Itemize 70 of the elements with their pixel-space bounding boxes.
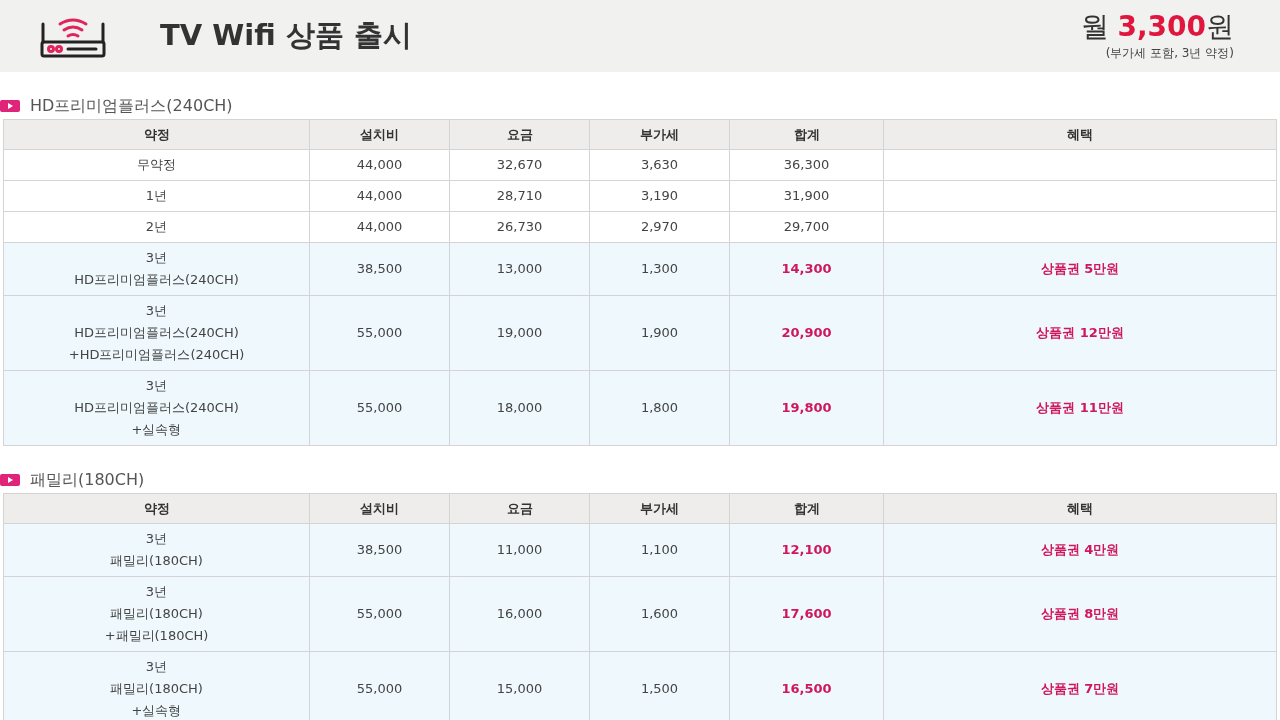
table-cell: 16,000 (449, 576, 590, 652)
table-cell: 55,000 (309, 576, 450, 652)
table-cell: 상품권 11만원 (883, 370, 1277, 446)
table-cell: 3년 HD프리미엄플러스(240CH) +실속형 (3, 370, 310, 446)
table-cell: 상품권 4만원 (883, 523, 1277, 577)
table-cell: 14,300 (729, 242, 884, 296)
table-cell: 3년 패밀리(180CH) +패밀리(180CH) (3, 576, 310, 652)
table-cell: 1,100 (589, 523, 730, 577)
price: 월 3,300원 (1080, 10, 1234, 44)
play-marker-icon (0, 100, 20, 112)
table-cell: 2년 (3, 211, 310, 243)
table-cell: 상품권 5만원 (883, 242, 1277, 296)
table-cell: 44,000 (309, 211, 450, 243)
banner-title: TV Wifi 상품 출시 (160, 17, 412, 55)
table-cell: 28,710 (449, 180, 590, 212)
column-header: 부가세 (589, 493, 730, 524)
table-cell: 32,670 (449, 149, 590, 181)
table-cell: 3년 HD프리미엄플러스(240CH) +HD프리미엄플러스(240CH) (3, 295, 310, 371)
column-header: 합계 (729, 493, 884, 524)
table-cell: 15,000 (449, 651, 590, 720)
table-cell: 19,800 (729, 370, 884, 446)
table-cell: 12,100 (729, 523, 884, 577)
table-cell: 16,500 (729, 651, 884, 720)
column-header: 약정 (3, 493, 310, 524)
table-cell: 무약정 (3, 149, 310, 181)
table-cell: 38,500 (309, 523, 450, 577)
column-header: 요금 (449, 493, 590, 524)
table-cell: 3년 패밀리(180CH) (3, 523, 310, 577)
table-cell: 1,900 (589, 295, 730, 371)
table-cell: 55,000 (309, 370, 450, 446)
table-cell: 36,300 (729, 149, 884, 181)
table-cell: 상품권 12만원 (883, 295, 1277, 371)
table-cell: 1년 (3, 180, 310, 212)
table-cell: 18,000 (449, 370, 590, 446)
section-title: 패밀리(180CH) (30, 469, 145, 491)
table-cell: 17,600 (729, 576, 884, 652)
column-header: 설치비 (309, 119, 450, 150)
table-cell: 3년 패밀리(180CH) +실속형 (3, 651, 310, 720)
table-cell: 29,700 (729, 211, 884, 243)
price-note: (부가세 포함, 3년 약정) (1105, 45, 1234, 62)
table-cell: 20,900 (729, 295, 884, 371)
table-cell: 3년 HD프리미엄플러스(240CH) (3, 242, 310, 296)
table-cell: 55,000 (309, 295, 450, 371)
table-cell: 상품권 7만원 (883, 651, 1277, 720)
table-cell: 13,000 (449, 242, 590, 296)
column-header: 약정 (3, 119, 310, 150)
column-header: 혜택 (883, 119, 1277, 150)
table-cell: 44,000 (309, 149, 450, 181)
table-cell: 44,000 (309, 180, 450, 212)
table-cell: 1,800 (589, 370, 730, 446)
table-cell: 1,500 (589, 651, 730, 720)
column-header: 합계 (729, 119, 884, 150)
table-cell: 3,190 (589, 180, 730, 212)
table-cell: 26,730 (449, 211, 590, 243)
column-header: 설치비 (309, 493, 450, 524)
column-header: 혜택 (883, 493, 1277, 524)
table-cell: 19,000 (449, 295, 590, 371)
column-header: 부가세 (589, 119, 730, 150)
table-cell: 3,630 (589, 149, 730, 181)
table-cell: 31,900 (729, 180, 884, 212)
table-cell: 1,600 (589, 576, 730, 652)
table-cell: 1,300 (589, 242, 730, 296)
table-cell: 상품권 8만원 (883, 576, 1277, 652)
play-marker-icon (0, 474, 20, 486)
column-header: 요금 (449, 119, 590, 150)
table-cell: 55,000 (309, 651, 450, 720)
table-cell: 2,970 (589, 211, 730, 243)
table-cell: 38,500 (309, 242, 450, 296)
section-title: HD프리미엄플러스(240CH) (30, 95, 233, 117)
table-cell: 11,000 (449, 523, 590, 577)
